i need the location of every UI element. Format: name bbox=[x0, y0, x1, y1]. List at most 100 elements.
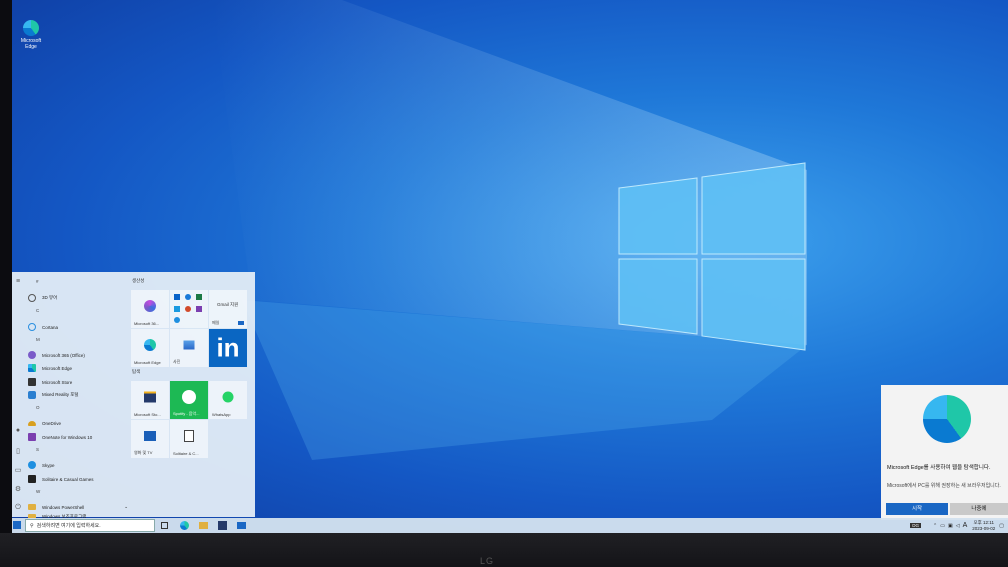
cards-icon bbox=[184, 429, 194, 442]
toast-later-button[interactable]: 나중에 bbox=[950, 503, 1008, 515]
battery-icon[interactable]: ▭ bbox=[940, 523, 945, 529]
app-list-letter[interactable]: S bbox=[36, 447, 39, 452]
list-item[interactable]: Microsoft Store bbox=[28, 376, 72, 388]
monitor-bezel-left bbox=[0, 0, 12, 567]
onenote-icon bbox=[196, 306, 202, 312]
app-list-letter[interactable]: # bbox=[36, 279, 39, 284]
tile-office-apps[interactable] bbox=[170, 290, 208, 328]
onenote-icon bbox=[28, 433, 36, 441]
windows-start-icon[interactable] bbox=[13, 521, 21, 529]
notification-icon[interactable]: ▢ bbox=[999, 523, 1004, 529]
list-item[interactable]: Skype bbox=[28, 459, 55, 471]
edge-icon[interactable] bbox=[180, 521, 189, 530]
mixed-reality-icon bbox=[28, 391, 36, 399]
document-icon[interactable]: ▯ bbox=[14, 448, 22, 456]
cube-icon bbox=[28, 294, 36, 302]
search-input[interactable]: 검색하려면 여기에 입력하세요. bbox=[37, 522, 101, 529]
clock-date: 2023-09-02 bbox=[972, 525, 996, 531]
clock-time: 오후 12:11 bbox=[973, 519, 994, 525]
monitor-bezel-bottom bbox=[0, 533, 1008, 567]
tile-microsoft-store[interactable]: Microsoft Sto... bbox=[131, 381, 169, 419]
list-item[interactable]: Solitaire & Casual Games bbox=[28, 473, 94, 485]
power-icon[interactable]: ⏻ bbox=[14, 504, 22, 512]
skype-icon bbox=[174, 317, 180, 323]
tile-mail[interactable]: Gmail 지원 메일 bbox=[209, 290, 247, 328]
movies-icon bbox=[144, 430, 156, 441]
taskbar: ⚲ 검색하려면 여기에 입력하세요. DG ⌃ ▭ ▣ ◁ A 오후 12:11… bbox=[12, 518, 1008, 533]
windows-logo bbox=[618, 162, 806, 351]
search-icon: ⚲ bbox=[30, 522, 34, 529]
tray-app-badge[interactable]: DG bbox=[910, 523, 922, 528]
excel-icon bbox=[196, 294, 202, 300]
network-icon[interactable]: ▣ bbox=[948, 523, 953, 529]
toast-body: Microsoft에서 PC를 위해 권장하는 새 브라우저입니다. bbox=[887, 483, 1001, 489]
linkedin-icon: in bbox=[216, 332, 240, 363]
whatsapp-icon bbox=[222, 391, 234, 403]
input-language-indicator[interactable]: A bbox=[963, 522, 968, 529]
list-item[interactable]: Microsoft 365 (Office) bbox=[28, 349, 85, 361]
edge-icon bbox=[923, 395, 971, 443]
menu-icon[interactable]: ≡ bbox=[14, 278, 22, 286]
search-box[interactable]: ⚲ 검색하려면 여기에 입력하세요. bbox=[25, 519, 155, 532]
tile-linkedin[interactable]: in bbox=[209, 329, 247, 367]
edge-toast-notification[interactable]: Microsoft Edge를 사용하여 웹을 탐색합니다. Microsoft… bbox=[881, 385, 1008, 520]
list-item[interactable]: Windows PowerShell ⌄ bbox=[28, 501, 128, 513]
photos-icon bbox=[183, 340, 195, 350]
store-icon[interactable] bbox=[218, 521, 227, 530]
tile-group-label: 생산성 bbox=[132, 278, 145, 283]
powerpoint-icon bbox=[174, 306, 180, 312]
spotify-icon bbox=[182, 389, 196, 404]
volume-icon[interactable]: ◁ bbox=[956, 523, 960, 529]
cards-icon bbox=[28, 475, 36, 483]
tile-group-label: 탐색 bbox=[132, 369, 141, 374]
app-list-letter[interactable]: C bbox=[36, 308, 39, 313]
edge-icon bbox=[28, 364, 36, 372]
clock[interactable]: 오후 12:11 2023-09-02 bbox=[972, 520, 995, 532]
app-list-letter[interactable]: O bbox=[36, 405, 40, 410]
onedrive-icon bbox=[185, 294, 191, 300]
desktop-icon-edge[interactable]: Microsoft Edge bbox=[16, 18, 46, 50]
office-icon bbox=[28, 351, 36, 359]
list-item[interactable]: 3D 뷰어 bbox=[28, 292, 57, 304]
pictures-icon[interactable]: ▭ bbox=[14, 467, 22, 475]
file-explorer-icon[interactable] bbox=[199, 522, 208, 529]
task-view-icon[interactable] bbox=[161, 522, 168, 529]
system-tray: DG ⌃ ▭ ▣ ◁ A 오후 12:11 2023-09-02 ▢ bbox=[910, 519, 1004, 532]
store-icon bbox=[144, 391, 156, 403]
mail-icon bbox=[238, 321, 244, 325]
tile-microsoft-365[interactable]: Microsoft 36... bbox=[131, 290, 169, 328]
edge-icon bbox=[144, 338, 156, 351]
desktop-icon-label: Microsoft Edge bbox=[20, 38, 42, 50]
mail-icon[interactable] bbox=[237, 522, 246, 529]
list-item[interactable]: Mixed Reality 포털 bbox=[28, 389, 79, 401]
toast-start-button[interactable]: 시작 bbox=[886, 503, 948, 515]
toast-title: Microsoft Edge를 사용하여 웹을 탐색합니다. bbox=[887, 465, 991, 471]
tile-movies-tv[interactable]: 영화 및 TV bbox=[131, 420, 169, 458]
tile-solitaire[interactable]: Solitaire & C... bbox=[170, 420, 208, 458]
skype-icon bbox=[28, 461, 36, 469]
outlook-icon bbox=[174, 294, 180, 300]
start-menu-rail: ≡ ● ▯ ▭ ⚙ ⏻ bbox=[12, 272, 26, 517]
tile-whatsapp[interactable]: WhatsApp bbox=[209, 381, 247, 419]
tile-photos[interactable]: 사진 bbox=[170, 329, 208, 367]
tile-microsoft-edge[interactable]: Microsoft Edge bbox=[131, 329, 169, 367]
monitor-brand-logo: LG bbox=[480, 556, 495, 566]
start-menu[interactable]: ≡ ● ▯ ▭ ⚙ ⏻ # 3D 뷰어 C Cortana M Microsof… bbox=[12, 272, 255, 520]
office-icon bbox=[144, 299, 156, 312]
chevron-down-icon: ⌄ bbox=[124, 504, 129, 509]
user-icon[interactable]: ● bbox=[14, 427, 22, 435]
app-list-letter[interactable]: M bbox=[36, 337, 40, 342]
list-item[interactable]: Cortana bbox=[28, 321, 58, 333]
app-list-letter[interactable]: W bbox=[36, 489, 40, 494]
tile-spotify[interactable]: Spotify - 음악... bbox=[170, 381, 208, 419]
word-icon bbox=[185, 306, 191, 312]
list-item[interactable]: OneNote for Windows 10 bbox=[28, 431, 92, 443]
edge-icon bbox=[23, 20, 39, 36]
settings-icon[interactable]: ⚙ bbox=[14, 486, 22, 494]
list-item[interactable]: OneDrive bbox=[28, 417, 61, 429]
store-icon bbox=[28, 378, 36, 386]
onedrive-icon bbox=[28, 420, 36, 426]
list-item[interactable]: Microsoft Edge bbox=[28, 362, 72, 374]
chevron-up-icon[interactable]: ⌃ bbox=[933, 523, 937, 529]
cortana-icon bbox=[28, 323, 36, 331]
